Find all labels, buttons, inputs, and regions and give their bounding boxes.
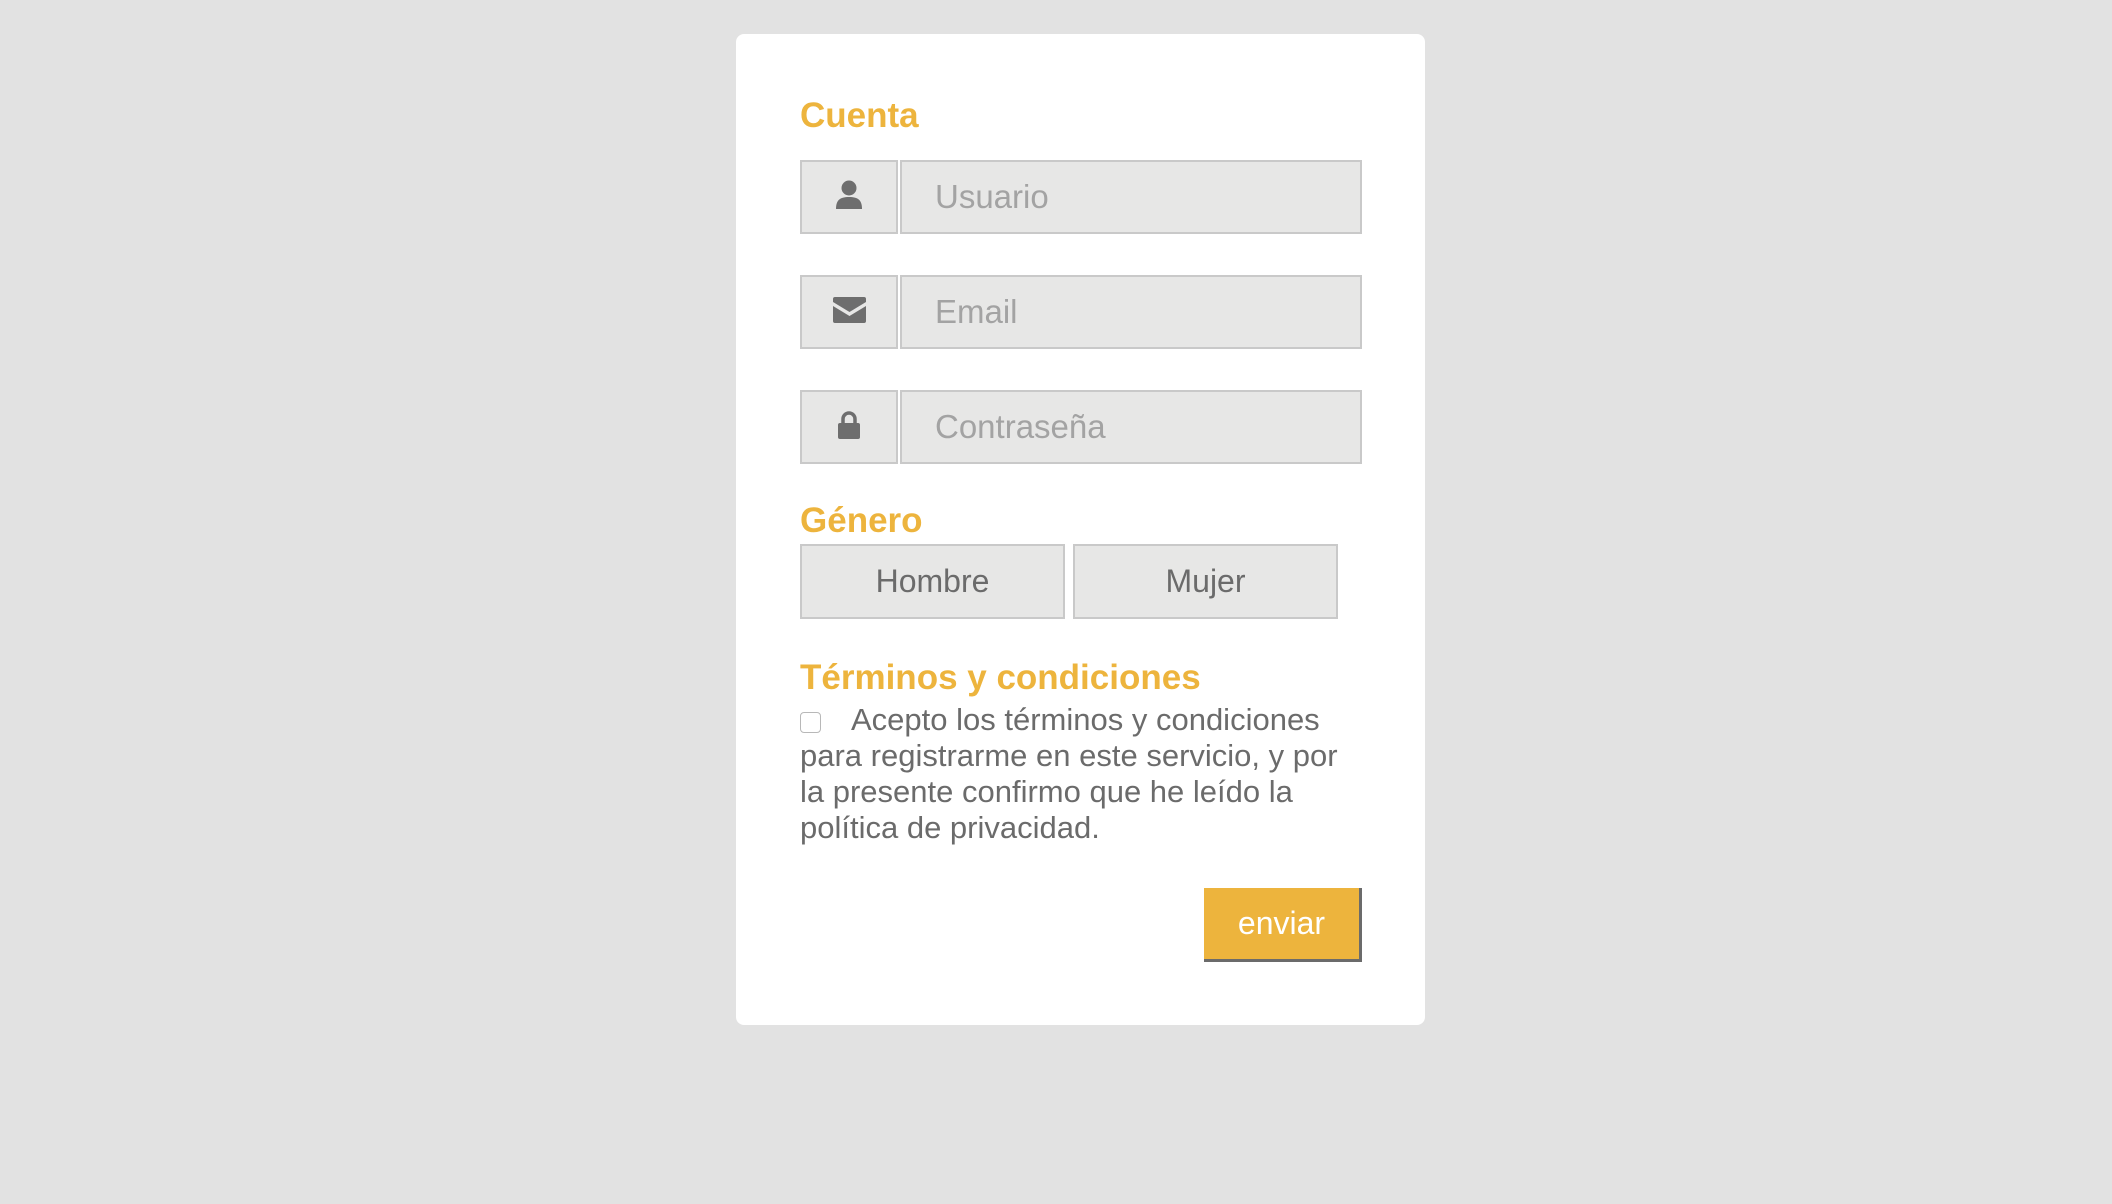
terms-block: Acepto los términos y condiciones para r…: [800, 702, 1362, 846]
submit-button[interactable]: enviar: [1204, 888, 1362, 962]
password-field: [800, 390, 1362, 464]
account-section-title: Cuenta: [800, 96, 919, 135]
username-input[interactable]: [900, 160, 1362, 234]
gender-option-female[interactable]: Mujer: [1073, 544, 1338, 619]
email-field: [800, 275, 1362, 349]
username-field: [800, 160, 1362, 234]
email-input[interactable]: [900, 275, 1362, 349]
gender-option-male[interactable]: Hombre: [800, 544, 1065, 619]
user-icon: [835, 180, 863, 215]
signup-card: Cuenta Usuario Email Género Hombre Mujer…: [736, 34, 1425, 1025]
password-input[interactable]: [900, 390, 1362, 464]
gender-section-title: Género: [800, 501, 923, 540]
username-icon-box: [800, 160, 898, 234]
terms-checkbox[interactable]: [800, 712, 821, 733]
terms-text: Acepto los términos y condiciones para r…: [800, 702, 1338, 845]
lock-icon: [838, 410, 860, 444]
password-icon-box: [800, 390, 898, 464]
terms-section-title: Términos y condiciones: [800, 658, 1201, 697]
email-icon-box: [800, 275, 898, 349]
envelope-icon: [832, 296, 866, 328]
